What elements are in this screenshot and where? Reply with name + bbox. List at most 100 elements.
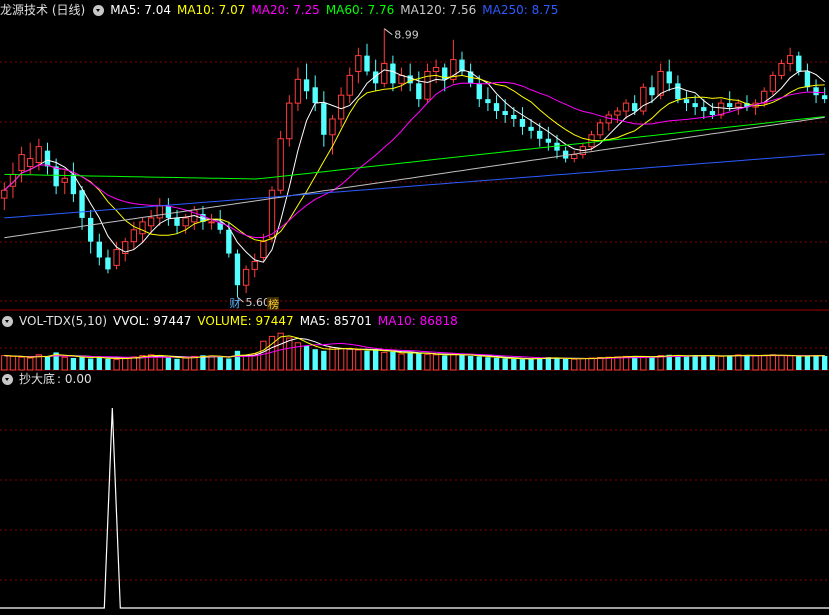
- candle-body: [632, 103, 638, 112]
- candle-body: [390, 63, 396, 84]
- candle-body: [562, 150, 569, 159]
- volume-bar: [416, 353, 422, 370]
- volume-bar: [312, 349, 318, 370]
- volume-bar: [364, 350, 370, 370]
- volume-bar: [571, 358, 578, 371]
- candle-body: [182, 217, 189, 227]
- volume-bar: [217, 357, 223, 370]
- volume-bar: [432, 354, 440, 371]
- candle-body: [96, 241, 102, 258]
- volume-bar: [424, 353, 431, 371]
- candle-body: [329, 118, 336, 136]
- ma10-line: [3, 74, 825, 242]
- candle-body: [105, 257, 111, 270]
- candle-body: [174, 217, 180, 226]
- candle-body: [596, 122, 604, 136]
- candle-body: [727, 103, 733, 108]
- volume-bar: [735, 354, 742, 371]
- volume-bar: [450, 353, 457, 371]
- candle-body: [519, 118, 526, 127]
- candle-body: [511, 115, 517, 119]
- candle-body: [130, 229, 138, 243]
- volume-bar: [752, 355, 759, 371]
- volume-bar: [579, 357, 587, 371]
- candle-body: [614, 110, 621, 116]
- marker-cai: 财: [229, 296, 240, 310]
- volume-bar: [191, 355, 198, 371]
- volume-bar: [786, 355, 794, 371]
- volume-bar: [813, 355, 819, 370]
- volume-bar: [605, 356, 612, 371]
- volume-ma-yellow-line: [4, 335, 825, 360]
- volume-bar: [485, 357, 491, 370]
- candle-body: [44, 150, 51, 167]
- candle-body: [683, 99, 690, 104]
- volume-bar: [796, 356, 802, 370]
- volume-bar: [390, 351, 396, 370]
- candle-body: [321, 103, 327, 135]
- candle-body: [242, 268, 250, 286]
- volume-bar: [260, 340, 267, 371]
- volume-bar: [467, 355, 474, 370]
- volume-bar: [303, 346, 310, 370]
- volume-bar: [79, 355, 85, 370]
- volume-bar: [744, 355, 750, 370]
- volume-bar: [778, 355, 785, 371]
- volume-bar: [554, 358, 560, 370]
- candle-body: [416, 83, 422, 100]
- volume-bar: [174, 358, 180, 370]
- volume-bar: [692, 355, 698, 370]
- candle-body: [476, 83, 482, 100]
- volume-bar: [130, 356, 138, 371]
- volume-bar: [96, 357, 102, 370]
- volume-bar: [761, 354, 768, 371]
- candle-body: [18, 154, 25, 171]
- candle-body: [381, 63, 388, 84]
- volume-bar: [675, 355, 681, 370]
- candle-body: [208, 221, 215, 224]
- volume-bar: [519, 359, 526, 370]
- candle-body: [545, 138, 552, 143]
- volume-bar: [683, 356, 690, 370]
- candle-body: [234, 253, 241, 286]
- volume-bar: [105, 358, 111, 370]
- candle-body: [813, 87, 819, 96]
- candle-body: [346, 74, 353, 96]
- candle-body: [79, 190, 85, 218]
- volume-bar: [588, 357, 595, 371]
- candle-body: [27, 158, 34, 167]
- candle-body: [355, 55, 362, 72]
- candle-body: [35, 146, 43, 164]
- volume-bar: [649, 357, 655, 370]
- candle-body: [286, 102, 293, 140]
- volume-bar: [407, 352, 413, 370]
- volume-bar: [286, 337, 293, 371]
- candle-body: [294, 78, 302, 104]
- volume-bar: [701, 355, 707, 370]
- volume-bar: [27, 357, 34, 371]
- candle-body: [485, 99, 491, 104]
- ma5-line: [3, 69, 826, 263]
- high-price-label: 8.99: [394, 29, 419, 42]
- kline-chart[interactable]: 8.99 5.60 财 榜: [0, 0, 829, 615]
- volume-bar: [640, 356, 647, 371]
- candle-body: [822, 95, 828, 100]
- volume-bar: [226, 358, 232, 370]
- candle-body: [139, 221, 146, 235]
- candle-body: [657, 70, 664, 96]
- volume-bar: [9, 355, 17, 371]
- candle-body: [692, 103, 698, 108]
- volume-bar: [493, 358, 500, 370]
- candle-body: [398, 74, 405, 84]
- volume-bar: [381, 351, 388, 371]
- volume-bar: [113, 359, 120, 371]
- candle-body: [364, 55, 370, 72]
- volume-bar: [769, 354, 777, 371]
- volume-bar: [321, 350, 327, 370]
- volume-bar: [537, 358, 543, 370]
- candle-body: [432, 67, 440, 72]
- volume-bar: [346, 348, 353, 371]
- volume-bar: [622, 355, 630, 371]
- high-marker-line: [383, 28, 393, 36]
- candle-body: [1, 189, 8, 199]
